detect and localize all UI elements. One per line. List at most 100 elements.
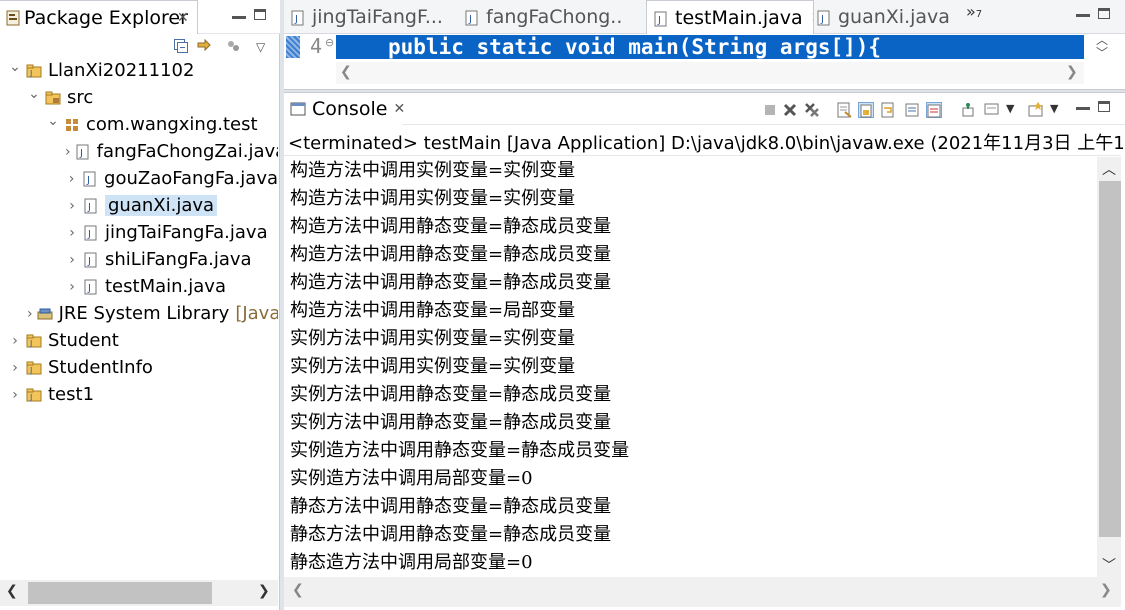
tree-item-label: shiLiFangFa.java [105,249,252,270]
editor-vertical-scroll[interactable]: ︿ ﹀ [1090,34,1114,62]
chevron-double-right-icon: » [966,2,976,21]
tree-item-src[interactable]: ⌄ src [0,84,278,111]
scroll-right-icon[interactable]: ❯ [258,583,270,599]
console-status: <terminated> testMain [Java Application]… [288,133,1125,154]
minimize-icon[interactable] [1076,107,1090,110]
console-output[interactable]: 构造方法中调用实例变量=实例变量 构造方法中调用实例变量=实例变量 构造方法中调用静… [290,157,629,577]
chevron-right-icon[interactable]: › [8,333,22,349]
word-wrap-icon[interactable] [880,102,896,118]
show-on-stderr-icon[interactable] [926,102,942,118]
tree-item-student[interactable]: › J Student [0,327,278,354]
svg-text:J: J [29,393,32,402]
library-icon [37,306,53,322]
tree-item-com-wangxing-test[interactable]: ⌄ com.wangxing.test [0,111,278,138]
svg-text:J: J [87,256,91,267]
editor-tab-fangfachongzai[interactable]: J fangFaChong... [458,0,622,34]
scroll-up-icon[interactable]: ︿ [1102,159,1116,179]
chevron-right-icon[interactable]: › [8,387,22,403]
chevron-down-icon[interactable]: ⌄ [27,86,41,102]
scroll-left-icon[interactable]: ❮ [340,64,352,80]
project-icon: J [26,360,42,376]
tree-item-gouzaofangfa-java[interactable]: › JgouZaoFangFa.java [0,165,278,192]
svg-text:J: J [468,14,472,25]
tree-item-label: JRE System Library [58,303,230,324]
tree-item-testmain-java[interactable]: › JtestMain.java [0,273,278,300]
show-on-stdout-icon[interactable] [904,102,920,118]
editor-tab-testmain[interactable]: J testMain.java ✕ [646,0,814,34]
console-header: Console ✕ ▼ ▼ [284,93,1125,125]
tree-item-label: LlanXi20211102 [48,60,195,81]
maximize-icon[interactable] [1098,101,1110,112]
chevron-down-icon[interactable]: ⌄ [46,113,60,129]
display-console-icon[interactable] [984,102,1000,118]
tree-item-llanxi20211102[interactable]: ⌄ J LlanXi20211102 [0,57,278,84]
remove-all-terminated-icon[interactable] [804,102,820,118]
console-view: Console ✕ ▼ ▼ <terminated> testMain [Jav… [284,92,1125,610]
focus-icon[interactable] [226,38,242,52]
tree-item-test1[interactable]: › Jtest1 [0,381,278,408]
chevron-down-icon[interactable]: ⌄ [8,59,22,75]
console-line: 实例造方法中调用局部变量=0 [290,468,533,489]
chevron-right-icon[interactable]: › [65,279,79,295]
chevron-right-icon[interactable]: › [65,144,71,160]
scroll-right-icon[interactable]: ❯ [1066,64,1078,80]
scroll-right-icon[interactable]: ❯ [1100,582,1112,598]
scroll-left-icon[interactable]: ❮ [292,582,304,598]
minimize-icon[interactable] [1076,14,1090,17]
remove-launch-icon[interactable] [782,102,798,118]
collapse-all-icon[interactable] [174,38,188,53]
scroll-lock-icon[interactable] [858,102,874,118]
console-line: 构造方法中调用实例变量=实例变量 [290,160,576,181]
tree-item-studentinfo[interactable]: › J StudentInfo [0,354,278,381]
display-console-dropdown-icon[interactable]: ▼ [1006,102,1014,115]
tree-item-jingtaifangfa-java[interactable]: › JjingTaiFangFa.java [0,219,278,246]
editor-horizontal-scrollbar[interactable]: ❮ ❯ [336,62,1084,84]
fold-collapse-icon[interactable]: ⊖ [325,36,334,49]
code-line[interactable]: public static void main(String args[]){ [336,35,1084,59]
console-line: 实例方法中调用静态变量=静态成员变量 [290,384,612,405]
console-tab[interactable]: Console ✕ [284,93,405,125]
package-explorer-tab[interactable]: Package Explorer ✕ [0,0,198,34]
tab-overflow-button[interactable]: »7 [966,2,982,21]
scroll-left-icon[interactable]: ❮ [6,583,18,599]
clear-console-icon[interactable] [836,102,852,118]
chevron-right-icon[interactable]: › [65,171,78,187]
project-icon: J [26,333,42,349]
pin-console-icon[interactable] [960,102,976,118]
scrollbar-thumb[interactable] [1099,181,1121,537]
open-console-icon[interactable] [1028,102,1044,118]
console-line: 构造方法中调用静态变量=静态成员变量 [290,244,612,265]
java-file-icon: J [82,171,98,187]
tree-horizontal-scrollbar[interactable]: ❮ ❯ [0,580,278,606]
open-console-dropdown-icon[interactable]: ▼ [1050,102,1058,115]
close-icon[interactable]: ✕ [177,10,189,26]
tree-item-shilifangfa-java[interactable]: › JshiLiFangFa.java [0,246,278,273]
link-with-editor-icon[interactable] [196,38,212,52]
scrollbar-thumb[interactable] [28,582,212,604]
divider [284,155,1121,156]
close-icon[interactable]: ✕ [393,101,405,117]
console-line: 静态方法中调用静态变量=静态成员变量 [290,496,612,517]
tree-item-fangfachongzai-java[interactable]: › JfangFaChongZai.java [0,138,278,165]
maximize-icon[interactable] [254,9,266,20]
editor-tab-bar: J jingTaiFangF... J fangFaChong... J tes… [284,0,1125,34]
scroll-down-icon[interactable]: ﹀ [1102,555,1116,575]
maximize-icon[interactable] [1098,8,1110,19]
chevron-right-icon[interactable]: › [27,306,33,322]
package-explorer-view: Package Explorer ✕ ▽ ⌄ J LlanXi20211102 ⌄ sr… [0,0,280,610]
view-menu-icon[interactable]: ▽ [256,40,265,54]
editor-tab-guanxi[interactable]: J guanXi.java [814,0,954,34]
tree-item-jre-system-library[interactable]: › JRE System Library[JavaS [0,300,278,327]
chevron-right-icon[interactable]: › [65,252,79,268]
chevron-right-icon[interactable]: › [65,225,79,241]
console-horizontal-scrollbar[interactable]: ❮ ❯ [284,577,1121,607]
tree-item-guanxi-java[interactable]: › JguanXi.java [0,192,278,219]
java-file-icon: J [816,9,832,26]
source-folder-icon [45,90,61,106]
editor-tab-jingtaifangfa[interactable]: J jingTaiFangF... [284,0,452,34]
minimize-icon[interactable] [232,16,246,19]
tree-item-label: gouZaoFangFa.java [104,168,278,189]
chevron-right-icon[interactable]: › [8,360,22,376]
chevron-right-icon[interactable]: › [65,198,79,214]
terminate-icon[interactable] [762,102,778,118]
